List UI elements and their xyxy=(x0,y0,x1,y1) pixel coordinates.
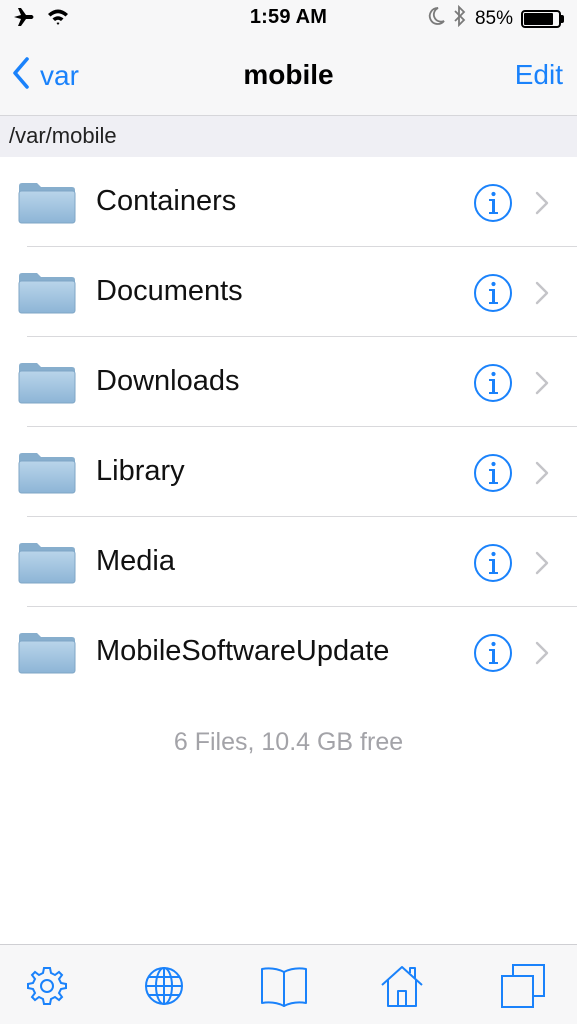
list-item[interactable]: Documents xyxy=(0,247,577,337)
status-right: 85% xyxy=(427,4,565,33)
tab-bookmarks[interactable] xyxy=(259,961,309,1011)
moon-icon xyxy=(427,6,445,32)
tab-settings[interactable] xyxy=(22,961,72,1011)
chevron-left-icon xyxy=(12,56,30,96)
tab-home[interactable] xyxy=(377,961,427,1011)
back-button[interactable]: var xyxy=(12,56,79,96)
book-icon xyxy=(261,967,307,1007)
info-icon[interactable] xyxy=(473,543,513,583)
status-bar: 1:59 AM 85% xyxy=(0,0,577,38)
file-name: Documents xyxy=(96,275,243,307)
edit-button[interactable]: Edit xyxy=(515,59,563,91)
windows-icon xyxy=(501,964,545,1008)
file-browser-screen: 1:59 AM 85% var mobile Edit /var/mobile … xyxy=(0,0,577,1024)
path-header: /var/mobile xyxy=(0,116,577,157)
list-item[interactable]: MobileSoftwareUpdate xyxy=(0,607,577,697)
file-name: Media xyxy=(96,545,175,577)
file-name: Downloads xyxy=(96,365,240,397)
battery-icon xyxy=(521,9,565,29)
bluetooth-icon xyxy=(453,4,467,33)
folder-icon xyxy=(18,183,76,224)
file-list: Containers Documents Downloads Library M… xyxy=(0,157,577,697)
tab-bar xyxy=(0,944,577,1024)
info-icon[interactable] xyxy=(473,363,513,403)
info-icon[interactable] xyxy=(473,183,513,223)
tab-windows[interactable] xyxy=(498,961,548,1011)
chevron-right-icon xyxy=(535,461,549,485)
chevron-right-icon xyxy=(535,281,549,305)
home-icon xyxy=(381,966,423,1007)
gear-icon xyxy=(27,967,67,1005)
chevron-right-icon xyxy=(535,371,549,395)
tab-web[interactable] xyxy=(139,961,189,1011)
info-icon[interactable] xyxy=(473,633,513,673)
battery-level-fill xyxy=(524,13,553,25)
top-bar: 1:59 AM 85% var mobile Edit xyxy=(0,0,577,116)
info-icon[interactable] xyxy=(473,273,513,313)
globe-icon xyxy=(145,967,183,1005)
list-item[interactable]: Media xyxy=(0,517,577,607)
file-name: Containers xyxy=(96,185,237,217)
storage-summary: 6 Files, 10.4 GB free xyxy=(173,728,404,756)
chevron-right-icon xyxy=(535,551,549,575)
folder-icon xyxy=(18,543,76,584)
info-icon[interactable] xyxy=(473,453,513,493)
list-item[interactable]: Downloads xyxy=(0,337,577,427)
list-item[interactable]: Containers xyxy=(0,157,577,247)
file-name: MobileSoftwareUpdate xyxy=(96,635,390,667)
folder-icon xyxy=(18,633,76,674)
chevron-right-icon xyxy=(535,191,549,215)
list-item[interactable]: Library xyxy=(0,427,577,517)
file-name: Library xyxy=(96,455,185,487)
page-title: mobile xyxy=(243,59,334,90)
folder-icon xyxy=(18,273,76,314)
back-label: var xyxy=(40,60,79,91)
folder-icon xyxy=(18,453,76,494)
chevron-right-icon xyxy=(535,641,549,665)
navigation-bar: var mobile Edit xyxy=(0,38,577,116)
folder-icon xyxy=(18,363,76,404)
battery-percent: 85% xyxy=(474,8,513,29)
